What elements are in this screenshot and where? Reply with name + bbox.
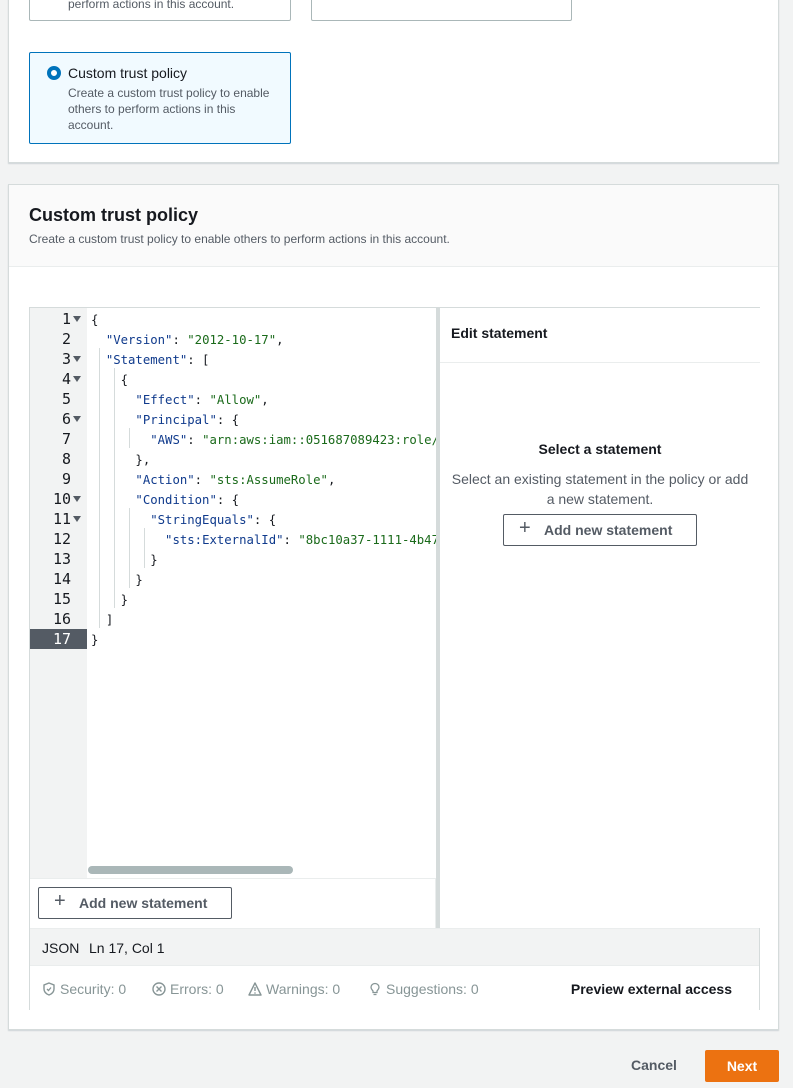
code-line: } (150, 553, 158, 567)
fold-arrow-icon[interactable] (73, 496, 81, 502)
line-number: 12 (52, 530, 71, 548)
panel-header: Edit statement (440, 308, 760, 363)
code-line: "Version": "2012-10-17", (105, 333, 284, 347)
code-line: ] (105, 613, 114, 627)
code-line: "Effect": "Allow", (135, 393, 269, 407)
code-line: } (120, 593, 129, 607)
option-description: perform actions in this account. (68, 0, 235, 11)
line-number: 1 (30, 309, 87, 329)
plus-icon: + (54, 890, 66, 912)
custom-trust-policy-card: Custom trust policy Create a custom trus… (8, 184, 779, 1030)
policy-editor: 1 2 3 4 5 6 7 8 9 10 11 12 13 14 15 16 1… (29, 307, 760, 1010)
code-line: { (120, 373, 129, 387)
option-description: Create a custom trust policy to enable o… (68, 86, 270, 132)
line-number: 5 (61, 390, 71, 408)
fold-arrow-icon[interactable] (73, 316, 81, 322)
x-circle-icon (152, 982, 166, 996)
cursor-position: Ln 17, Col 1 (89, 940, 165, 956)
code-text-area[interactable]: { "Version": "2012-10-17", "Statement": … (87, 308, 436, 878)
empty-state-title: Select a statement (538, 441, 662, 457)
warnings-count[interactable]: Warnings: 0 (248, 981, 340, 997)
line-number: 6 (30, 409, 87, 429)
add-new-statement-button[interactable]: + Add new statement (503, 514, 697, 546)
trusted-entity-option-tile[interactable]: perform actions in this account. (29, 0, 291, 21)
trusted-entity-option-tile[interactable] (311, 0, 572, 21)
line-number: 13 (52, 550, 71, 568)
trusted-entity-card: perform actions in this account. Custom … (8, 0, 779, 163)
code-line: }, (135, 453, 151, 467)
lightbulb-icon (370, 982, 380, 996)
line-number: 4 (30, 369, 87, 389)
horizontal-scrollbar[interactable] (88, 866, 293, 874)
fold-arrow-icon[interactable] (73, 416, 81, 422)
line-number: 3 (30, 349, 87, 369)
language-indicator: JSON (42, 940, 80, 956)
code-line: { (91, 313, 99, 327)
divider (30, 878, 436, 879)
line-number: 15 (52, 590, 71, 608)
line-number: 7 (61, 430, 71, 448)
code-line: "Statement": [ (105, 353, 210, 367)
code-line: "StringEquals": { (150, 513, 277, 527)
code-line: "Principal": { (135, 413, 240, 427)
warning-icon (248, 982, 262, 996)
next-button[interactable]: Next (705, 1050, 779, 1082)
section-description: Create a custom trust policy to enable o… (29, 232, 450, 246)
errors-count[interactable]: Errors: 0 (152, 981, 224, 997)
code-line: "AWS": "arn:aws:iam::051687089423:role/c (150, 433, 436, 447)
shield-icon (43, 982, 55, 996)
line-number: 8 (61, 450, 71, 468)
line-number: 9 (61, 470, 71, 488)
add-new-statement-button[interactable]: + Add new statement (38, 887, 232, 919)
line-number: 11 (30, 509, 87, 529)
plus-icon: + (519, 517, 531, 539)
panel-title: Edit statement (451, 325, 548, 341)
code-pane[interactable]: 1 2 3 4 5 6 7 8 9 10 11 12 13 14 15 16 1… (30, 308, 436, 928)
fold-arrow-icon[interactable] (73, 516, 81, 522)
active-line-number: 17 (30, 629, 87, 649)
code-line: "Condition": { (135, 493, 240, 507)
validation-bar: Security: 0 Errors: 0 Warnings: 0 Sugges… (30, 967, 759, 1010)
card-header: Custom trust policy Create a custom trus… (9, 185, 778, 267)
code-line: } (135, 573, 143, 587)
section-title: Custom trust policy (29, 205, 199, 225)
radio-selected-icon[interactable] (47, 66, 61, 80)
option-title: Custom trust policy (68, 65, 188, 81)
code-line: "sts:ExternalId": "8bc10a37-1111-4b47- (165, 533, 436, 547)
suggestions-count[interactable]: Suggestions: 0 (368, 981, 479, 997)
fold-arrow-icon[interactable] (73, 376, 81, 382)
editor-status-bar: JSON Ln 17, Col 1 (30, 928, 759, 966)
preview-external-access-button[interactable]: Preview external access (571, 981, 732, 997)
line-number: 2 (61, 330, 71, 348)
cancel-button[interactable]: Cancel (631, 1057, 677, 1073)
code-line: } (91, 633, 99, 647)
edit-statement-panel: Edit statement Select a statement Select… (440, 308, 760, 928)
fold-arrow-icon[interactable] (73, 356, 81, 362)
line-number: 14 (52, 570, 71, 588)
line-number: 10 (30, 489, 87, 509)
security-count[interactable]: Security: 0 (42, 981, 126, 997)
empty-state-description: Select an existing statement in the poli… (451, 471, 749, 507)
custom-trust-policy-option[interactable]: Custom trust policy Create a custom trus… (29, 52, 291, 144)
code-line: "Action": "sts:AssumeRole", (135, 473, 336, 487)
line-gutter: 1 2 3 4 5 6 7 8 9 10 11 12 13 14 15 16 1… (30, 308, 87, 878)
line-number: 16 (52, 610, 71, 628)
